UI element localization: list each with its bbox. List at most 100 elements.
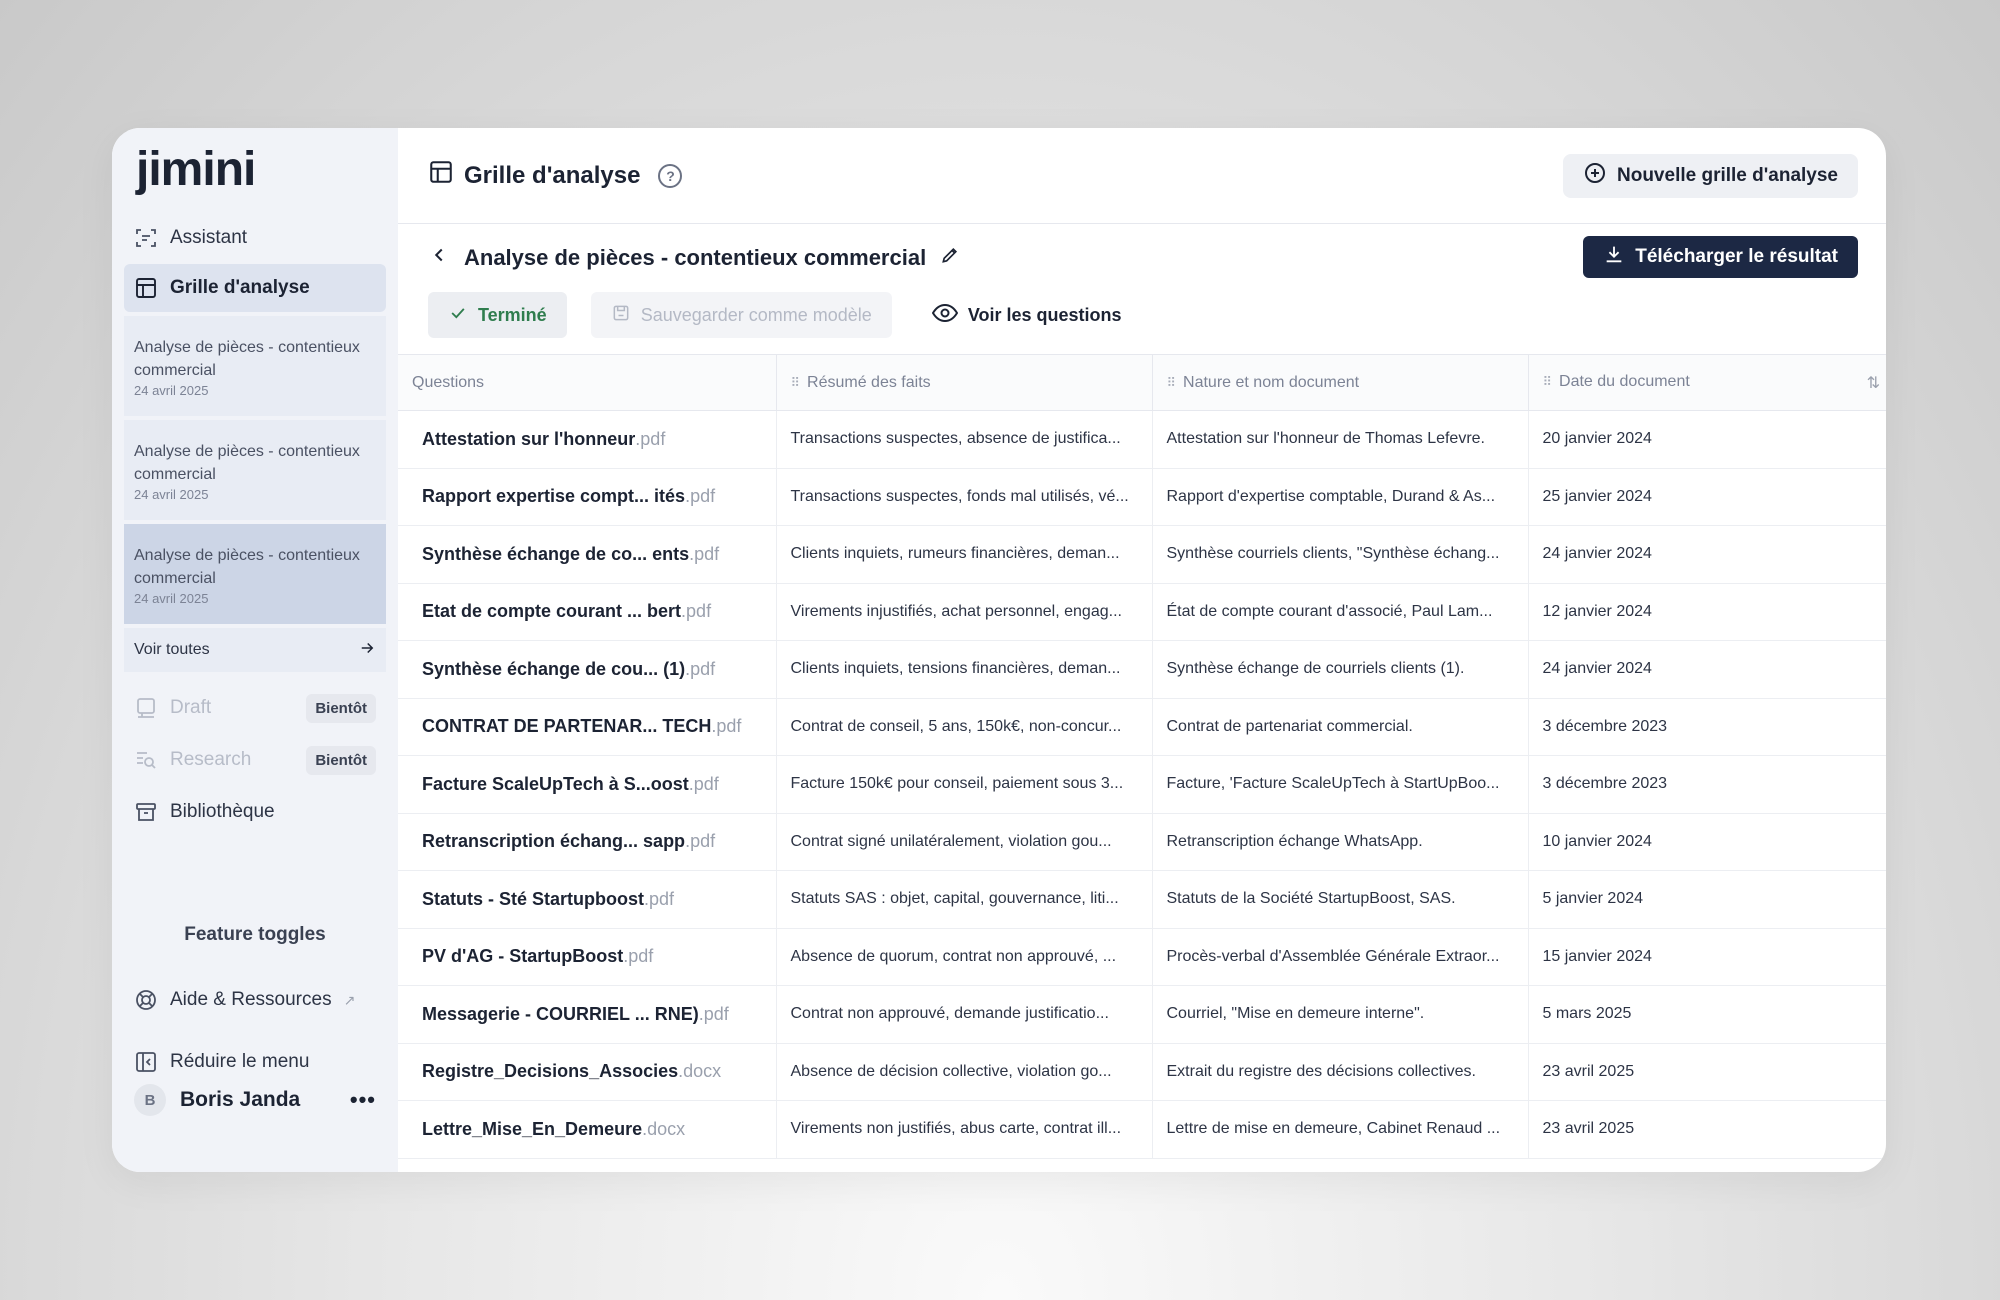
resume-cell[interactable]: Absence de quorum, contrat non approuvé,… xyxy=(775,928,1152,986)
nature-cell[interactable]: Synthèse courriels clients, "Synthèse éc… xyxy=(1151,525,1528,584)
resume-cell[interactable]: Clients inquiets, tensions financières, … xyxy=(775,640,1152,699)
resume-cell[interactable]: Statuts SAS : objet, capital, gouvernanc… xyxy=(775,870,1152,929)
help-icon[interactable]: ? xyxy=(658,163,683,188)
nature-cell[interactable]: Rapport d'expertise comptable, Durand & … xyxy=(1151,468,1528,526)
document-name-cell[interactable]: Etat de compte courant ... bert.pdf xyxy=(398,583,776,641)
nature-cell[interactable]: Statuts de la Société StartupBoost, SAS. xyxy=(1151,870,1528,929)
sidebar-item-grille[interactable]: Grille d'analyse xyxy=(124,264,386,312)
document-name-cell[interactable]: Registre_Decisions_Associes.docx xyxy=(398,1043,776,1101)
document-name-cell[interactable]: Rapport expertise compt... ités.pdf xyxy=(398,468,776,526)
drag-handle-icon[interactable]: ⠿ xyxy=(1167,375,1176,390)
nature-cell[interactable]: État de compte courant d'associé, Paul L… xyxy=(1151,583,1528,641)
sidebar-item-library[interactable]: Bibliothèque xyxy=(124,788,386,836)
resume-cell[interactable]: Clients inquiets, rumeurs financières, d… xyxy=(775,525,1152,584)
jimini-logo[interactable]: jimini xyxy=(124,144,386,206)
resume-cell[interactable]: Contrat non approuvé, demande justificat… xyxy=(775,985,1152,1044)
document-name-cell[interactable]: Retranscription échang... sapp.pdf xyxy=(398,813,776,871)
back-chevron-icon[interactable] xyxy=(428,244,450,272)
date-cell[interactable]: 20 janvier 2024 xyxy=(1527,410,1886,469)
table-row[interactable]: Rapport expertise compt... ités.pdf Trans… xyxy=(398,468,1886,526)
date-cell[interactable]: 15 janvier 2024 xyxy=(1527,928,1886,986)
nature-cell[interactable]: Lettre de mise en demeure, Cabinet Renau… xyxy=(1151,1100,1528,1159)
document-name-cell[interactable]: Facture ScaleUpTech à S...oost.pdf xyxy=(398,755,776,814)
resume-cell[interactable]: Transactions suspectes, absence de justi… xyxy=(775,410,1152,469)
avatar: B xyxy=(134,1084,166,1116)
column-header-nature[interactable]: ⠿ Nature et nom document xyxy=(1151,354,1528,411)
recent-analysis-item[interactable]: Analyse de pièces - contentieux commerci… xyxy=(124,524,386,624)
assistant-icon xyxy=(134,226,158,250)
nature-cell[interactable]: Synthèse échange de courriels clients (1… xyxy=(1151,640,1528,699)
resume-cell[interactable]: Absence de décision collective, violatio… xyxy=(775,1043,1152,1101)
resume-cell[interactable]: Contrat de conseil, 5 ans, 150k€, non-co… xyxy=(775,698,1152,756)
see-all-link[interactable]: Voir toutes xyxy=(124,628,386,672)
document-name-cell[interactable]: Synthèse échange de cou... (1).pdf xyxy=(398,640,776,699)
table-row[interactable]: Messagerie - COURRIEL ... RNE).pdf Contra… xyxy=(398,985,1886,1044)
nature-cell[interactable]: Procès-verbal d'Assemblée Générale Extra… xyxy=(1151,928,1528,986)
document-name-cell[interactable]: CONTRAT DE PARTENAR... TECH.pdf xyxy=(398,698,776,756)
nature-cell[interactable]: Attestation sur l'honneur de Thomas Lefe… xyxy=(1151,410,1528,469)
drag-handle-icon[interactable]: ⠿ xyxy=(1543,374,1552,389)
resume-cell[interactable]: Contrat signé unilatéralement, violation… xyxy=(775,813,1152,871)
collapse-menu-button[interactable]: Réduire le menu xyxy=(124,1038,386,1086)
sort-icon[interactable]: ⇅ xyxy=(1867,373,1880,393)
date-cell[interactable]: 24 janvier 2024 xyxy=(1527,525,1886,584)
date-cell[interactable]: 3 décembre 2023 xyxy=(1527,755,1886,814)
document-name-cell[interactable]: Statuts - Sté Startupboost.pdf xyxy=(398,870,776,929)
nature-cell[interactable]: Contrat de partenariat commercial. xyxy=(1151,698,1528,756)
document-name-cell[interactable]: Lettre_Mise_En_Demeure.docx xyxy=(398,1100,776,1159)
table-row[interactable]: CONTRAT DE PARTENAR... TECH.pdf Contrat d… xyxy=(398,698,1886,756)
sidebar-item-assistant[interactable]: Assistant xyxy=(124,214,386,262)
download-result-button[interactable]: Télécharger le résultat xyxy=(1583,236,1858,278)
date-cell[interactable]: 23 avril 2025 xyxy=(1527,1043,1886,1101)
nature-cell[interactable]: Facture, 'Facture ScaleUpTech à StartUpB… xyxy=(1151,755,1528,814)
column-header-questions[interactable]: Questions xyxy=(398,354,776,411)
document-name-cell[interactable]: PV d'AG - StartupBoost.pdf xyxy=(398,928,776,986)
edit-pencil-icon[interactable] xyxy=(940,245,960,271)
date-cell[interactable]: 24 janvier 2024 xyxy=(1527,640,1886,699)
column-header-resume[interactable]: ⠿ Résumé des faits xyxy=(775,354,1152,411)
recent-analysis-item[interactable]: Analyse de pièces - contentieux commerci… xyxy=(124,316,386,416)
date-cell[interactable]: 5 mars 2025 xyxy=(1527,985,1886,1044)
table-row[interactable]: Synthèse échange de cou... (1).pdf Client… xyxy=(398,640,1886,699)
column-header-date[interactable]: ⠿ Date du document ⇅ xyxy=(1527,354,1886,411)
resume-cell[interactable]: Transactions suspectes, fonds mal utilis… xyxy=(775,468,1152,526)
table-row[interactable]: Synthèse échange de co... ents.pdf Client… xyxy=(398,525,1886,584)
view-questions-button[interactable]: Voir les questions xyxy=(916,292,1138,338)
sidebar-item-research[interactable]: Research Bientôt xyxy=(124,736,386,784)
nature-cell[interactable]: Retranscription échange WhatsApp. xyxy=(1151,813,1528,871)
drag-handle-icon[interactable]: ⠿ xyxy=(791,375,800,390)
table-row[interactable]: Facture ScaleUpTech à S...oost.pdf Factur… xyxy=(398,755,1886,814)
recent-analysis-item[interactable]: Analyse de pièces - contentieux commerci… xyxy=(124,420,386,520)
table-row[interactable]: Etat de compte courant ... bert.pdf Virem… xyxy=(398,583,1886,641)
table-row[interactable]: Registre_Decisions_Associes.docx Absence … xyxy=(398,1043,1886,1101)
date-cell[interactable]: 5 janvier 2024 xyxy=(1527,870,1886,929)
user-profile[interactable]: B Boris Janda ••• xyxy=(134,1084,376,1116)
more-options-icon[interactable]: ••• xyxy=(350,1087,376,1113)
date-cell[interactable]: 23 avril 2025 xyxy=(1527,1100,1886,1159)
table-row[interactable]: Lettre_Mise_En_Demeure.docx Virements non… xyxy=(398,1100,1886,1159)
document-extension: .pdf xyxy=(623,946,654,967)
document-name-cell[interactable]: Synthèse échange de co... ents.pdf xyxy=(398,525,776,584)
document-name: Messagerie - COURRIEL ... RNE) xyxy=(422,1003,699,1024)
resume-cell[interactable]: Virements injustifiés, achat personnel, … xyxy=(775,583,1152,641)
date-cell[interactable]: 10 janvier 2024 xyxy=(1527,813,1886,871)
sidebar-item-draft[interactable]: Draft Bientôt xyxy=(124,684,386,732)
date-cell[interactable]: 12 janvier 2024 xyxy=(1527,583,1886,641)
new-grid-button[interactable]: Nouvelle grille d'analyse xyxy=(1563,153,1858,198)
table-row[interactable]: Statuts - Sté Startupboost.pdf Statuts SA… xyxy=(398,870,1886,929)
nature-cell[interactable]: Courriel, "Mise en demeure interne". xyxy=(1151,985,1528,1044)
document-name-cell[interactable]: Attestation sur l'honneur.pdf xyxy=(398,410,776,469)
feature-toggles[interactable]: Feature toggles xyxy=(112,924,398,946)
table-row[interactable]: Retranscription échang... sapp.pdf Contra… xyxy=(398,813,1886,871)
document-name-cell[interactable]: Messagerie - COURRIEL ... RNE).pdf xyxy=(398,985,776,1044)
table-row[interactable]: Attestation sur l'honneur.pdf Transaction… xyxy=(398,410,1886,469)
resume-cell[interactable]: Facture 150k€ pour conseil, paiement sou… xyxy=(775,755,1152,814)
save-template-button[interactable]: Sauvegarder comme modèle xyxy=(590,292,892,338)
sidebar-item-help[interactable]: Aide & Ressources ↗ xyxy=(124,976,386,1024)
nature-cell[interactable]: Extrait du registre des décisions collec… xyxy=(1151,1043,1528,1101)
table-row[interactable]: PV d'AG - StartupBoost.pdf Absence de quo… xyxy=(398,928,1886,986)
date-cell[interactable]: 25 janvier 2024 xyxy=(1527,468,1886,526)
sidebar-item-label: Réduire le menu xyxy=(170,1051,310,1072)
resume-cell[interactable]: Virements non justifiés, abus carte, con… xyxy=(775,1100,1152,1159)
date-cell[interactable]: 3 décembre 2023 xyxy=(1527,698,1886,756)
